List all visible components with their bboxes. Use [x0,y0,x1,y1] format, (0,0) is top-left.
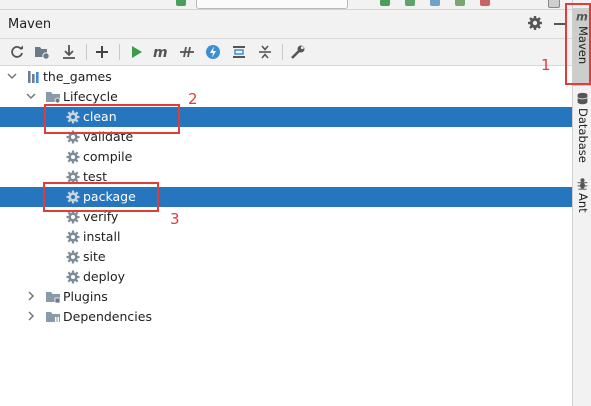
lifecycle-phase-deploy[interactable]: deploy [0,267,572,287]
annotation-number-1: 1 [541,56,551,74]
ant-icon [577,178,588,190]
window-icon[interactable] [548,0,560,8]
run-configuration-field[interactable] [196,0,348,9]
refresh-icon[interactable] [9,44,25,60]
sidebar-tab-database[interactable]: Database [573,90,591,165]
chevron-down-icon[interactable] [25,90,37,102]
collapse-all-icon[interactable] [257,44,273,60]
tree-node-plugins[interactable]: Plugins [0,287,572,307]
lifecycle-phase-install[interactable]: install [0,227,572,247]
sidebar-tab-ant[interactable]: Ant [573,175,591,220]
phase-label: deploy [83,269,126,284]
add-icon[interactable] [94,44,110,60]
tree-node-project[interactable]: the_games [0,67,572,87]
maven-goal-icon[interactable]: m [153,44,169,60]
maven-project-icon [28,71,39,83]
phase-label: install [83,229,121,244]
coverage-icon[interactable] [430,0,440,6]
run-icon[interactable] [128,44,144,60]
panel-title: Maven [8,17,52,32]
profile-icon[interactable] [455,0,465,6]
chevron-right-icon[interactable] [25,290,37,302]
gear-icon [66,250,80,264]
build-icon[interactable] [380,0,390,6]
phase-label: site [83,249,106,264]
tree-node-dependencies[interactable]: Dependencies [0,307,572,327]
show-dependencies-icon[interactable] [231,44,247,60]
gear-icon [66,270,80,284]
gear-icon [66,230,80,244]
plugins-label: Plugins [63,289,108,304]
lifecycle-phase-compile[interactable]: compile [0,147,572,167]
maven-panel-header: Maven [0,10,572,39]
project-label: the_games [43,69,112,84]
lifecycle-phase-site[interactable]: site [0,247,572,267]
sidebar-tab-label: Database [576,108,590,163]
annotation-box-maven-tab [565,3,591,85]
folder-icon [46,312,60,323]
chevron-down-icon[interactable] [6,70,18,82]
dependencies-label: Dependencies [63,309,152,324]
maven-toolbar: m [0,39,572,66]
annotation-number-3: 3 [170,210,180,228]
minimize-icon[interactable] [554,23,565,25]
sidebar-tab-label: Ant [576,193,590,213]
stop-icon[interactable] [480,0,490,6]
gear-icon [66,150,80,164]
debug-icon[interactable] [405,0,415,6]
settings-wrench-icon[interactable] [290,44,306,60]
ide-top-toolbar [0,0,572,10]
toggle-offline-icon[interactable] [179,44,195,60]
folder-icon [46,92,61,104]
gear-icon[interactable] [527,14,543,32]
phase-label: compile [83,149,133,164]
skip-tests-icon[interactable] [205,44,221,60]
database-icon [577,92,588,105]
annotation-box-package [43,182,159,212]
generate-sources-icon[interactable] [34,44,50,60]
run-config-arrow-icon[interactable] [176,0,186,6]
svg-text:m: m [153,45,168,60]
download-icon[interactable] [61,44,77,60]
annotation-box-clean [44,104,180,134]
folder-icon [46,292,61,304]
chevron-right-icon[interactable] [25,310,37,322]
annotation-number-2: 2 [188,90,198,108]
lifecycle-label: Lifecycle [63,89,118,104]
